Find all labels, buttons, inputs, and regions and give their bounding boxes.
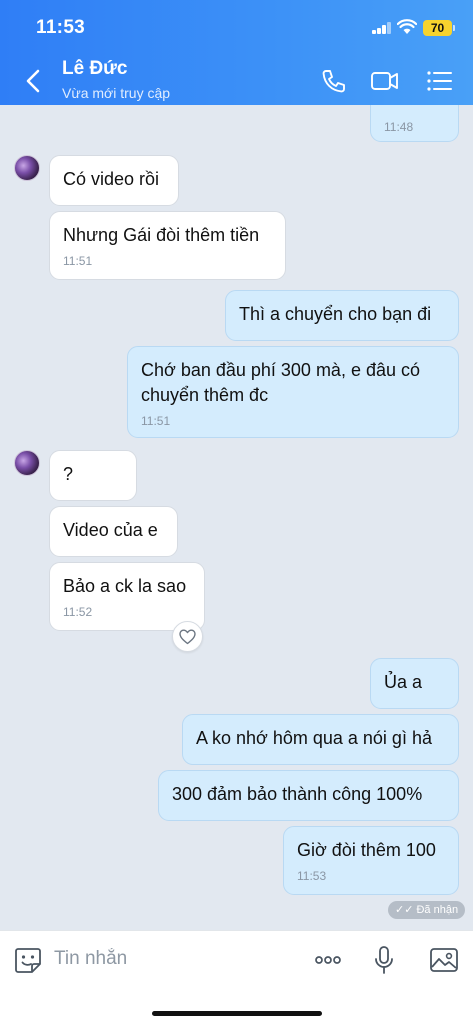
message-input-bar xyxy=(0,930,473,1024)
message-time: 11:53 xyxy=(297,869,327,883)
contact-name[interactable]: Lê Đức xyxy=(62,58,128,80)
more-icon[interactable] xyxy=(313,945,343,975)
microphone-icon[interactable] xyxy=(369,945,399,975)
message-time: 11:52 xyxy=(63,605,93,619)
sticker-icon[interactable] xyxy=(13,945,43,975)
wifi-icon xyxy=(397,19,417,34)
message-bubble-incoming[interactable]: Video của e xyxy=(49,506,178,557)
back-chevron-icon[interactable] xyxy=(20,66,46,96)
avatar[interactable] xyxy=(14,450,40,476)
message-bubble-incoming[interactable]: Bảo a ck la sao 11:52 xyxy=(49,562,205,631)
message-bubble-outgoing[interactable]: 11:48 xyxy=(370,105,459,142)
heart-react-icon[interactable] xyxy=(172,621,203,652)
message-bubble-outgoing[interactable]: A ko nhớ hôm qua a nói gì hả xyxy=(182,714,459,765)
status-time: 11:53 xyxy=(36,17,86,38)
message-bubble-outgoing[interactable]: Thì a chuyển cho bạn đi xyxy=(225,290,459,341)
message-bubble-outgoing[interactable]: Giờ đòi thêm 100 11:53 xyxy=(283,826,459,895)
message-input[interactable] xyxy=(54,945,294,973)
message-time: 11:48 xyxy=(384,120,414,134)
message-bubble-incoming[interactable]: ? xyxy=(49,450,137,501)
battery-icon: 70 xyxy=(423,20,455,36)
phone-icon[interactable] xyxy=(318,66,348,96)
signal-icon xyxy=(372,22,392,34)
image-icon[interactable] xyxy=(429,945,459,975)
home-indicator xyxy=(152,1011,322,1016)
video-call-icon[interactable] xyxy=(370,66,400,96)
avatar[interactable] xyxy=(14,155,40,181)
message-bubble-outgoing[interactable]: Chớ ban đầu phí 300 mà, e đâu có chuyển … xyxy=(127,346,459,438)
message-bubble-incoming[interactable]: Nhưng Gái đòi thêm tiền 11:51 xyxy=(49,211,286,280)
message-bubble-outgoing[interactable]: 300 đảm bảo thành công 100% xyxy=(158,770,459,821)
contact-status: Vừa mới truy cập xyxy=(62,85,171,101)
message-time: 11:51 xyxy=(63,254,93,268)
menu-list-icon[interactable] xyxy=(424,66,454,96)
received-status-badge: ✓✓ Đã nhận xyxy=(388,901,466,919)
chat-messages[interactable]: 11:48 Có video rồi Nhưng Gái đòi thêm ti… xyxy=(0,105,473,930)
chat-header: 11:53 70 Lê Đức Vừa mới truy cập xyxy=(0,0,473,105)
message-bubble-outgoing[interactable]: Ủa a xyxy=(370,658,459,709)
message-time: 11:51 xyxy=(141,414,171,428)
message-bubble-incoming[interactable]: Có video rồi xyxy=(49,155,179,206)
